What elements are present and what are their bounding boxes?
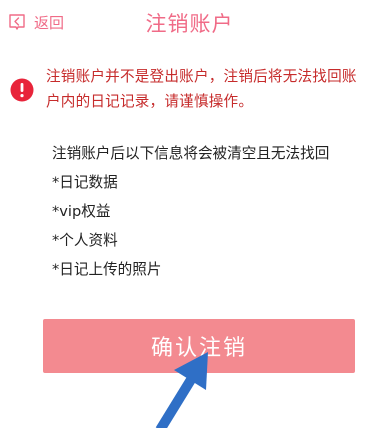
list-item: *vip权益 [52, 203, 111, 220]
list-item: *日记数据 [52, 174, 118, 191]
list-item: *日记上传的照片 [52, 261, 162, 278]
header-bar: 返回 注销账户 [0, 0, 379, 44]
list-item: *个人资料 [52, 232, 118, 249]
cleared-info-list: 注销账户后以下信息将会被清空且无法找回 *日记数据 *vip权益 *个人资料 *… [52, 139, 372, 284]
exclamation-circle-icon [10, 78, 34, 102]
info-intro: 注销账户后以下信息将会被清空且无法找回 [52, 145, 330, 162]
page-title: 注销账户 [145, 12, 234, 36]
warning-line-1: 注销账户并不是登出账户，注销后将无法找回账 [46, 68, 357, 85]
annotation-arrow-icon [155, 352, 208, 428]
warning-line-2: 户内的日记记录，请谨慎操作。 [46, 93, 254, 110]
warning-text: 注销账户并不是登出账户，注销后将无法找回账 户内的日记记录，请谨慎操作。 [46, 64, 376, 114]
